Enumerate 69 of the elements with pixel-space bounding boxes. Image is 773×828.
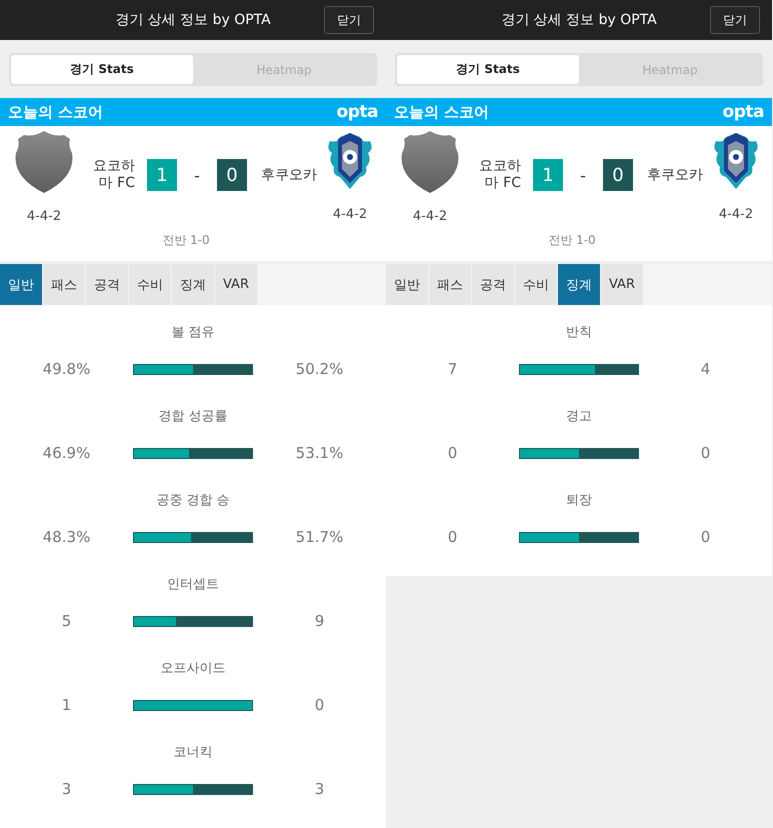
team-name: 후쿠오카	[261, 166, 317, 184]
away-value: 3	[314, 780, 326, 798]
score-separator: -	[193, 166, 201, 184]
stat-tab[interactable]: 수비	[129, 264, 171, 305]
home-value: 5	[60, 612, 72, 630]
stat-label: 경고	[565, 408, 593, 426]
home-value: 3	[60, 780, 72, 798]
crest-icon	[14, 131, 74, 193]
stat-tab[interactable]: 일반	[386, 264, 428, 305]
home-value: 49.8%	[42, 360, 92, 378]
formation-label: 4-4-2	[26, 209, 62, 224]
stat-tab[interactable]: VAR	[601, 264, 643, 305]
home-value: 1	[60, 696, 72, 714]
opta-logo: opta	[336, 102, 378, 122]
view-tab[interactable]: 경기 Stats	[11, 55, 193, 84]
away-value: 51.7%	[294, 528, 344, 546]
stat-tab[interactable]: 패스	[43, 264, 85, 305]
stat-label: 반칙	[565, 324, 593, 342]
stat-label: 공중 경합 승	[155, 492, 231, 510]
crest-icon	[712, 131, 760, 191]
home-value: 0	[446, 528, 458, 546]
away-value: 53.1%	[294, 444, 344, 462]
away-value: 0	[700, 528, 712, 546]
team-name: 요코하마 FC	[478, 158, 521, 192]
home-score: 1	[147, 159, 177, 191]
stat-label: 경합 성공률	[157, 408, 229, 426]
window-title: 경기 상세 정보 by OPTA	[501, 11, 657, 29]
stat-tab[interactable]: 수비	[515, 264, 557, 305]
away-score: 0	[603, 159, 633, 191]
away-value: 0	[314, 696, 326, 714]
banner-title: 오늘의 스코어	[394, 102, 490, 122]
home-value: 7	[446, 360, 458, 378]
window-title: 경기 상세 정보 by OPTA	[115, 11, 271, 29]
banner-title: 오늘의 스코어	[8, 102, 104, 122]
stat-label: 코너킥	[172, 744, 214, 762]
away-value: 4	[700, 360, 712, 378]
stat-tab[interactable]: 공격	[472, 264, 514, 305]
half-time-score: 전반 1-0	[162, 232, 210, 249]
stat-tab[interactable]: 일반	[0, 264, 42, 305]
close-button[interactable]: 닫기	[324, 6, 374, 34]
home-score: 1	[533, 159, 563, 191]
formation-label: 4-4-2	[718, 207, 754, 222]
half-time-score: 전반 1-0	[548, 232, 596, 249]
crest-icon	[326, 131, 374, 191]
stat-tab[interactable]: 징계	[558, 264, 600, 305]
away-value: 50.2%	[294, 360, 344, 378]
stat-tab[interactable]: 패스	[429, 264, 471, 305]
formation-label: 4-4-2	[332, 207, 368, 222]
home-value: 46.9%	[42, 444, 92, 462]
home-value: 48.3%	[42, 528, 92, 546]
stat-tab[interactable]: 공격	[86, 264, 128, 305]
away-score: 0	[217, 159, 247, 191]
stat-label: 퇴장	[565, 492, 593, 510]
stat-tab[interactable]: 징계	[172, 264, 214, 305]
stat-label: 인터셉트	[166, 576, 220, 594]
home-value: 0	[446, 444, 458, 462]
away-value: 9	[314, 612, 326, 630]
team-name: 요코하마 FC	[92, 158, 135, 192]
score-separator: -	[579, 166, 587, 184]
team-name: 후쿠오카	[647, 166, 703, 184]
stat-tab[interactable]: VAR	[215, 264, 257, 305]
crest-icon	[400, 131, 460, 193]
away-value: 0	[700, 444, 712, 462]
view-tab[interactable]: 경기 Stats	[397, 55, 579, 84]
stat-label: 볼 점유	[170, 324, 216, 342]
opta-logo: opta	[722, 102, 764, 122]
close-button[interactable]: 닫기	[710, 6, 760, 34]
formation-label: 4-4-2	[412, 209, 448, 224]
stat-label: 오프사이드	[160, 660, 226, 678]
